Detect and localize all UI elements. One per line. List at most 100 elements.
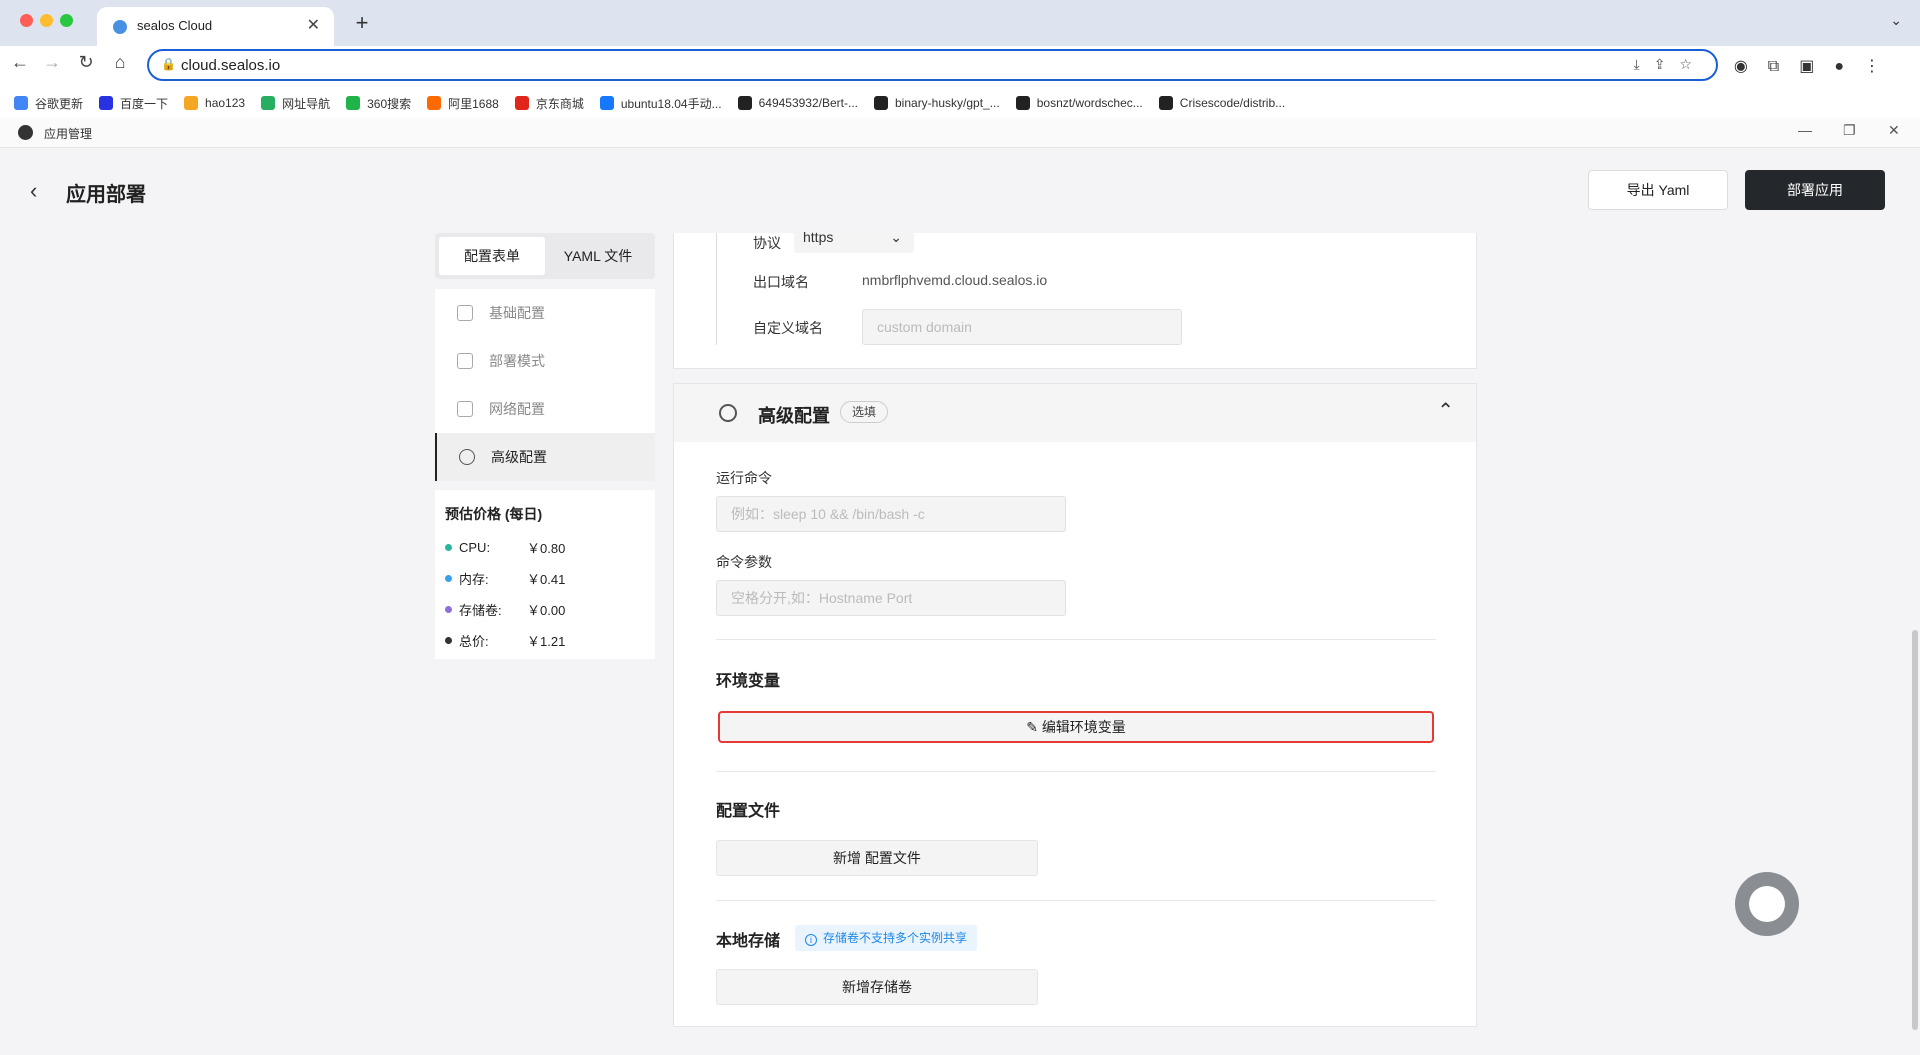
add-config-file-button[interactable]: 新增 配置文件 (716, 840, 1038, 876)
bookmark-item[interactable]: 京东商城 (514, 95, 584, 112)
bookmark-label: 360搜索 (367, 96, 412, 111)
optional-badge: 选填 (840, 401, 888, 423)
price-value: ￥0.41 (527, 572, 566, 587)
price-row: CPU: ￥0.80 (445, 532, 645, 563)
custom-domain-input[interactable]: custom domain (862, 309, 1182, 345)
minimize-window-button[interactable] (40, 14, 53, 27)
bookmark-item[interactable]: 649453932/Bert-... (737, 96, 858, 110)
nav-advanced-config[interactable]: 高级配置 (435, 433, 655, 481)
minimize-icon[interactable]: — (1798, 122, 1812, 138)
price-value: ￥0.00 (527, 603, 566, 618)
nav-deploy-mode[interactable]: 部署模式 (435, 337, 655, 385)
bookmark-item[interactable]: 百度一下 (99, 95, 168, 112)
divider (716, 639, 1436, 640)
lock-icon: 🔒 (161, 57, 176, 71)
forward-arrow-icon[interactable]: → (38, 48, 66, 76)
price-estimate: 预估价格 (每日) CPU: ￥0.80 内存: ￥0.41 存储卷: ￥0.00 总价: ￥… (435, 490, 655, 659)
bookmark-item[interactable]: hao123 (184, 96, 245, 110)
network-icon (457, 401, 473, 417)
page-scrollbar[interactable] (1912, 630, 1918, 1030)
chevron-up-icon[interactable]: ⌃ (1437, 398, 1454, 423)
sealos-favicon-icon (113, 20, 127, 34)
price-row: 内存: ￥0.41 (445, 563, 645, 594)
price-label: 总价: (459, 634, 489, 649)
app-gear-icon (18, 125, 33, 140)
run-command-input[interactable]: 例如：sleep 10 && /bin/bash -c (716, 496, 1066, 532)
edit-env-vars-button[interactable]: ✎ 编辑环境变量 (718, 711, 1434, 743)
bookmark-item[interactable]: 阿里1688 (427, 95, 499, 112)
deploy-app-button[interactable]: 部署应用 (1745, 170, 1885, 210)
close-window-button[interactable] (20, 14, 33, 27)
protocol-value: https (803, 229, 834, 245)
bookmark-item[interactable]: Crisescode/distrib... (1158, 96, 1285, 110)
bookmark-favicon-icon (737, 96, 752, 110)
advanced-config-card: 高级配置 选填 ⌃ 运行命令 例如：sleep 10 && /bin/bash … (673, 383, 1477, 1027)
price-label: 存储卷: (459, 603, 502, 618)
legend-dot (445, 606, 452, 613)
bookmark-item[interactable]: ubuntu18.04手动... (599, 95, 722, 112)
custom-domain-label: 自定义域名 (753, 320, 823, 336)
add-storage-button[interactable]: 新增存储卷 (716, 969, 1038, 1005)
bookmark-item[interactable]: 谷歌更新 (14, 95, 83, 112)
bookmark-label: 阿里1688 (448, 96, 499, 111)
edit-env-vars-label: 编辑环境变量 (1041, 719, 1126, 735)
advanced-config-header[interactable]: 高级配置 选填 ⌃ (674, 384, 1476, 442)
tab-close-icon[interactable]: ✕ (307, 15, 320, 35)
bookmark-favicon-icon (346, 96, 361, 110)
floating-assistant-button[interactable] (1735, 872, 1799, 936)
protocol-select[interactable]: https ⌄ (794, 229, 914, 253)
price-label: 内存: (459, 572, 489, 587)
tab-title: sealos Cloud (137, 18, 213, 33)
browser-tab-bar: sealos Cloud ✕ + ⌄ (0, 0, 1920, 46)
reload-icon[interactable]: ↻ (72, 48, 100, 76)
bookmark-favicon-icon (874, 96, 888, 110)
network-card: 协议 https ⌄ 出口域名 nmbrflphvemd.cloud.sealo… (673, 229, 1477, 369)
bookmark-item[interactable]: 网址导航 (261, 95, 330, 112)
local-storage-title: 本地存储 (716, 933, 781, 950)
exit-domain-label: 出口域名 (753, 274, 809, 290)
bookmark-label: 网址导航 (282, 96, 331, 111)
back-chevron-icon[interactable]: ‹ (30, 178, 37, 204)
back-arrow-icon[interactable]: ← (6, 48, 34, 76)
tab-yaml-file[interactable]: YAML 文件 (545, 237, 651, 275)
bookmark-label: 649453932/Bert-... (758, 96, 858, 110)
nav-network-config[interactable]: 网络配置 (435, 385, 655, 433)
extension-icons[interactable]: ◉⧉▣●⋮ (1734, 56, 1900, 76)
export-yaml-button[interactable]: 导出 Yaml (1588, 170, 1728, 210)
command-args-input[interactable]: 空格分开,如：Hostname Port (716, 580, 1066, 616)
nav-label: 部署模式 (489, 353, 545, 369)
browser-tab[interactable]: sealos Cloud ✕ (97, 7, 334, 46)
bookmark-label: ubuntu18.04手动... (620, 96, 722, 111)
bookmark-label: 谷歌更新 (35, 96, 84, 111)
nav-label: 网络配置 (489, 401, 545, 417)
home-icon[interactable]: ⌂ (106, 48, 134, 76)
close-icon[interactable]: ✕ (1888, 122, 1900, 139)
protocol-label: 协议 (753, 235, 781, 251)
bookmark-item[interactable]: bosnzt/wordschec... (1015, 96, 1143, 110)
bookmark-label: 京东商城 (535, 96, 584, 111)
mode-switch: 配置表单 YAML 文件 (435, 233, 655, 279)
bookmark-label: 百度一下 (120, 96, 169, 111)
divider (716, 771, 1436, 772)
zoom-window-button[interactable] (60, 14, 73, 27)
legend-dot (445, 575, 452, 582)
address-bar[interactable]: 🔒 cloud.sealos.io ⤓⇪☆ (147, 49, 1718, 81)
new-tab-button[interactable]: + (350, 12, 374, 36)
restore-icon[interactable]: ❐ (1843, 122, 1856, 139)
bookmark-favicon-icon (599, 96, 614, 110)
price-row: 总价: ￥1.21 (445, 625, 645, 656)
cube-icon (457, 353, 473, 369)
bookmark-item[interactable]: 360搜索 (346, 95, 411, 112)
run-command-label: 运行命令 (716, 470, 772, 486)
bookmark-item[interactable]: binary-husky/gpt_... (874, 96, 1000, 110)
tab-config-form[interactable]: 配置表单 (439, 237, 545, 275)
nav-basic-config[interactable]: 基础配置 (435, 289, 655, 337)
page-title: 应用部署 (66, 184, 146, 206)
app-window-title: 应用管理 (44, 127, 93, 141)
omnibox-action-icons[interactable]: ⤓⇪☆ (1634, 56, 1706, 73)
config-files-title: 配置文件 (716, 803, 781, 820)
legend-dot (445, 544, 452, 551)
tab-search-chevron-icon[interactable]: ⌄ (1890, 12, 1902, 29)
price-label: CPU: (459, 540, 491, 555)
bookmarks-bar: 谷歌更新 百度一下 hao123 网址导航 360搜索 阿里1688 京东商城 ubuntu1… (0, 86, 1920, 120)
